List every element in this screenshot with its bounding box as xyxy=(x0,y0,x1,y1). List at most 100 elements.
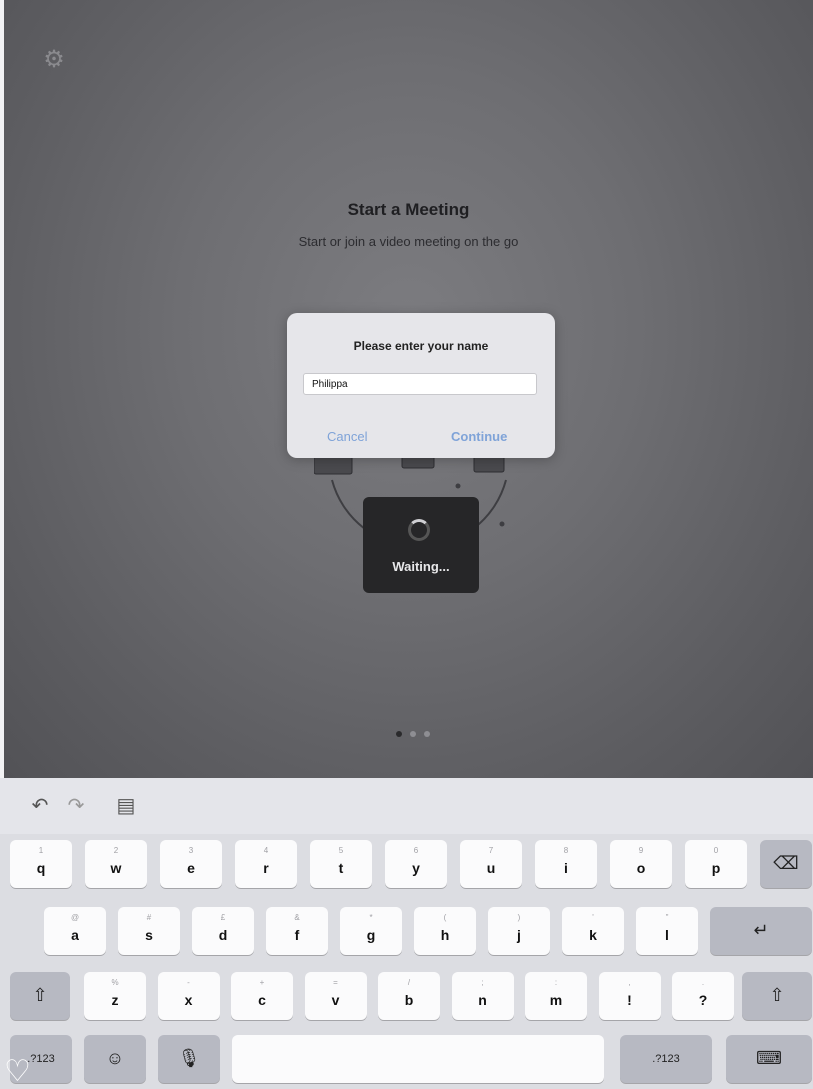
name-input[interactable] xyxy=(303,373,537,395)
gear-icon[interactable]: ⚙ xyxy=(40,46,68,74)
key-o[interactable]: 9o xyxy=(610,840,672,888)
app-screen: ⚙ Start a Meeting Start or join a video … xyxy=(4,0,813,778)
key-c[interactable]: + c xyxy=(231,972,293,1020)
key-hint: . xyxy=(701,978,705,987)
key-label: u xyxy=(486,860,496,876)
key-label: o xyxy=(636,860,646,876)
key-u[interactable]: 7u xyxy=(460,840,522,888)
key-hint: : xyxy=(554,978,558,987)
key-hint: 2 xyxy=(113,846,119,855)
key-k[interactable]: ' k xyxy=(562,907,624,955)
dialog-title: Please enter your name xyxy=(353,339,489,353)
keyboard-toolbar: ↶ ↷ ▤ xyxy=(0,778,813,834)
waiting-overlay: Waiting... xyxy=(363,497,479,593)
key-g[interactable]: * g xyxy=(340,907,402,955)
key-label: s xyxy=(145,927,153,943)
key-hint: 7 xyxy=(488,846,494,855)
key-p[interactable]: 0p xyxy=(685,840,747,888)
key-q[interactable]: 1q xyxy=(10,840,72,888)
shift-icon: ⇧ xyxy=(769,985,785,1005)
key-label: p xyxy=(711,860,721,876)
key-hint: 1 xyxy=(38,846,44,855)
key-label: h xyxy=(440,927,450,943)
key-label: d xyxy=(218,927,228,943)
key-r[interactable]: 4r xyxy=(235,840,297,888)
shift-left-key[interactable]: ⇧ xyxy=(10,972,70,1020)
key-z[interactable]: % z xyxy=(84,972,146,1020)
undo-icon[interactable]: ↶ xyxy=(26,792,54,820)
key-s[interactable]: # s xyxy=(118,907,180,955)
dictation-key[interactable]: 🎙 xyxy=(158,1035,220,1083)
key-label: w xyxy=(110,860,122,876)
key-label: j xyxy=(517,927,521,943)
delete-icon: ⌫ xyxy=(773,853,799,873)
key-i[interactable]: 8i xyxy=(535,840,597,888)
shift-right-key[interactable]: ⇧ xyxy=(742,972,812,1020)
key-j[interactable]: ) j xyxy=(488,907,550,955)
key-label: v xyxy=(331,992,340,1008)
key-hint: ) xyxy=(517,913,521,922)
key-hint: + xyxy=(259,978,265,987)
key-label: y xyxy=(412,860,420,876)
key-b[interactable]: / b xyxy=(378,972,440,1020)
emoji-key[interactable]: ☺ xyxy=(84,1035,146,1083)
key-label: t xyxy=(338,860,344,876)
key-hint: , xyxy=(628,978,631,987)
key-label: l xyxy=(665,927,669,943)
key-hint: & xyxy=(294,913,300,922)
key-w[interactable]: 2w xyxy=(85,840,147,888)
on-screen-keyboard: ↶ ↷ ▤ 1q2w3e4r5t6y7u8i9o0p @ a # s £ d & f * g(h)… xyxy=(0,778,813,1089)
key-t[interactable]: 5t xyxy=(310,840,372,888)
key-hint: 8 xyxy=(563,846,569,855)
keyboard-dismiss-icon: ⌨ xyxy=(756,1048,782,1068)
page-indicator[interactable] xyxy=(396,731,430,737)
key-label: q xyxy=(36,860,46,876)
key-hint: ( xyxy=(443,913,447,922)
key-![interactable]: ,! xyxy=(598,972,661,1020)
key-v[interactable]: = v xyxy=(304,972,367,1020)
key-a[interactable]: @ a xyxy=(44,907,106,955)
key-l[interactable]: " l xyxy=(636,907,698,955)
keyboard-dismiss-key[interactable]: ⌨ xyxy=(726,1035,812,1083)
heart-icon: ♡ xyxy=(4,1055,31,1088)
key-?[interactable]: .? xyxy=(672,972,734,1020)
numbers-label: .?123 xyxy=(652,1053,680,1065)
key-f[interactable]: & f xyxy=(266,907,328,955)
space-key[interactable] xyxy=(232,1035,604,1083)
key-label: x xyxy=(184,992,193,1008)
key-e[interactable]: 3e xyxy=(160,840,222,888)
key-label: g xyxy=(366,927,376,943)
cancel-button[interactable]: Cancel xyxy=(327,429,367,444)
name-dialog: Please enter your name Cancel Continue xyxy=(287,313,555,458)
return-key[interactable]: ↵ xyxy=(710,907,812,955)
key-hint: ' xyxy=(592,913,594,922)
key-x[interactable]: -x xyxy=(157,972,220,1020)
key-h[interactable]: (h xyxy=(414,907,476,955)
delete-key[interactable]: ⌫ xyxy=(760,840,812,888)
key-label: a xyxy=(71,927,79,943)
key-label: k xyxy=(589,927,597,943)
waiting-label: Waiting... xyxy=(392,559,450,574)
key-label: b xyxy=(404,992,414,1008)
key-hint: 4 xyxy=(263,846,269,855)
page-dot[interactable] xyxy=(410,731,416,737)
key-y[interactable]: 6y xyxy=(385,840,447,888)
redo-icon[interactable]: ↷ xyxy=(62,792,90,820)
key-m[interactable]: :m xyxy=(525,972,587,1020)
key-hint: = xyxy=(333,978,338,987)
paste-icon[interactable]: ▤ xyxy=(112,792,140,820)
key-label: ? xyxy=(698,992,708,1008)
key-hint: @ xyxy=(70,913,80,922)
key-n[interactable]: ; n xyxy=(451,972,514,1020)
key-label: f xyxy=(294,927,300,943)
page-title: Start a Meeting xyxy=(347,200,470,219)
continue-button[interactable]: Continue xyxy=(451,429,507,444)
page-dot[interactable] xyxy=(424,731,430,737)
key-label: z xyxy=(111,992,119,1008)
key-hint: 5 xyxy=(338,846,344,855)
key-hint: £ xyxy=(220,913,226,922)
key-hint: 9 xyxy=(638,846,644,855)
numbers-key-right[interactable]: .?123 xyxy=(620,1035,712,1083)
key-d[interactable]: £ d xyxy=(192,907,254,955)
page-dot[interactable] xyxy=(396,731,402,737)
